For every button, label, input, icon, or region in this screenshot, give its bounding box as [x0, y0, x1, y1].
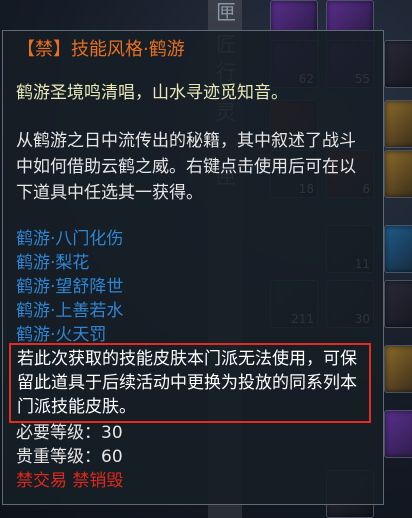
item-flavor-text: 鹤游圣境鸣清唱，山水寻迹觅知音。: [16, 83, 288, 103]
required-level: 必要等级：30: [16, 423, 123, 443]
notice-line: 若此次获取的技能皮肤本门派无法使用，可保: [17, 349, 357, 369]
reward-option: 鹤游·梨花: [16, 253, 90, 273]
inventory-slot[interactable]: [384, 410, 412, 458]
item-tooltip: 【禁】技能风格·鹤游 鹤游圣境鸣清唱，山水寻迹觅知音。 从鹤游之日中流传出的秘籍…: [2, 30, 384, 505]
inventory-slot[interactable]: 1: [384, 345, 412, 393]
trade-restrictions: 禁交易 禁销毁: [16, 471, 124, 491]
notice-line: 留此道具于后续活动中更换为投放的同系列本: [17, 373, 357, 393]
inventory-slot[interactable]: [384, 40, 412, 88]
item-description-line: 下道具中任选其一获得。: [16, 183, 203, 203]
item-description-line: 中如何借助云鹤之威。右键点击使用后可在以: [16, 157, 356, 177]
inventory-slot[interactable]: [384, 280, 412, 328]
reward-option: 鹤游·八门化伤: [16, 229, 124, 249]
inventory-slot[interactable]: [384, 225, 412, 273]
reward-option: 鹤游·望舒降世: [16, 277, 124, 297]
item-title: 【禁】技能风格·鹤游: [17, 39, 185, 60]
reward-option: 鹤游·上善若水: [16, 301, 124, 321]
notice-box: 若此次获取的技能皮肤本门派无法使用，可保 留此道具于后续活动中更换为投放的同系列…: [9, 343, 371, 423]
inventory-slot[interactable]: [384, 100, 412, 148]
inventory-slot[interactable]: [384, 150, 412, 198]
category-glyph: 匣: [216, 0, 236, 24]
item-description-line: 从鹤游之日中流传出的秘籍，其中叙述了战斗: [16, 131, 356, 151]
notice-line: 门派技能皮肤。: [17, 397, 136, 417]
rarity-level: 贵重等级：60: [16, 447, 123, 467]
